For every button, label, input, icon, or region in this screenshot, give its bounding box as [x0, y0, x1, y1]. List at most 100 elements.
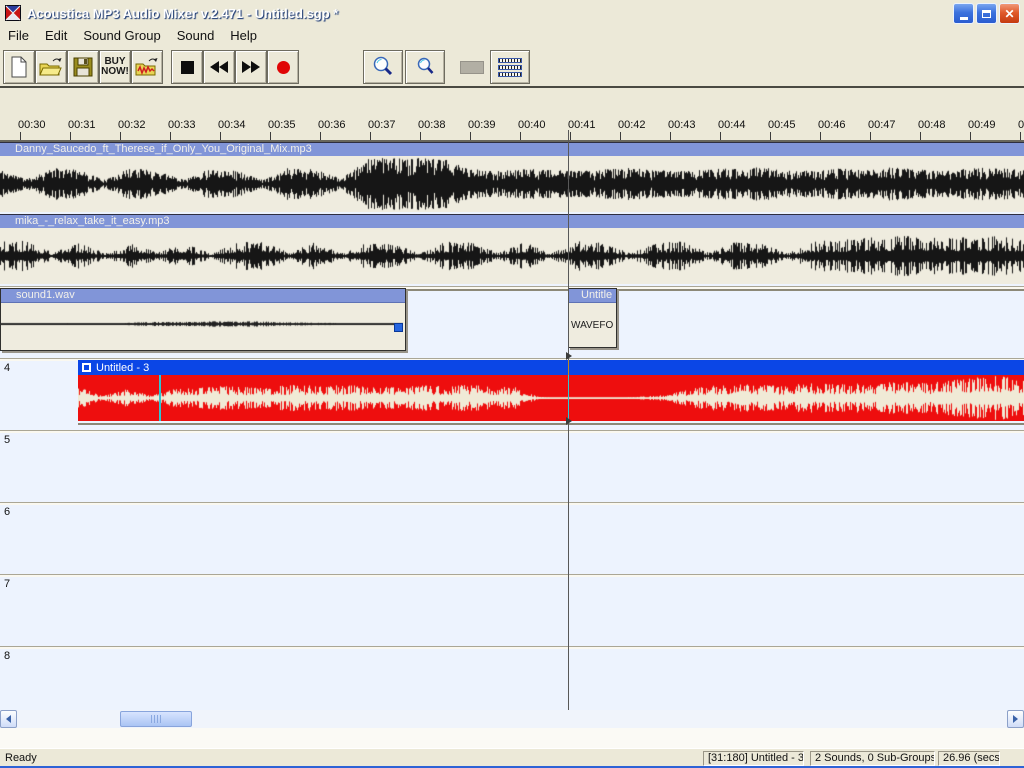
track-row-6: 6	[0, 502, 1024, 574]
save-floppy-icon	[72, 56, 94, 78]
clip-volume-handle[interactable]	[394, 323, 403, 332]
track-row-4: 4 Untitled - 3	[0, 358, 1024, 430]
new-document-icon	[8, 55, 30, 79]
row-number: 7	[4, 578, 10, 590]
ruler-tick	[870, 132, 871, 140]
ruler-tick	[1020, 132, 1021, 140]
clip-track2[interactable]: mika_-_relax_take_it_easy.mp3	[0, 214, 1024, 286]
zoom-in-icon	[371, 55, 395, 79]
rewind-button[interactable]	[203, 50, 235, 84]
scroll-left-button[interactable]	[0, 710, 17, 728]
ruler-label: 00:44	[718, 119, 746, 131]
app-icon	[5, 5, 21, 21]
mixer-rows-icon	[498, 58, 522, 77]
clip-square-icon	[82, 363, 91, 372]
clip-sound1[interactable]: sound1.wav	[0, 288, 406, 351]
track-area: Danny_Saucedo_ft_Therese_if_Only_You_Ori…	[0, 142, 1024, 710]
clip-untitled-small[interactable]: Untitle WAVEFO	[568, 288, 617, 348]
ruler-tick	[320, 132, 321, 140]
clip-sound1-title: sound1.wav	[1, 289, 405, 303]
ruler-label: 00:46	[818, 119, 846, 131]
timeline-ruler[interactable]: 00:3000:3100:3200:3300:3400:3500:3600:37…	[0, 88, 1024, 142]
record-button[interactable]	[267, 50, 299, 84]
buy-now-button[interactable]: BUY NOW!	[99, 50, 131, 84]
track-row-3: sound1.wav Untitle WAVEFO	[0, 286, 1024, 358]
horizontal-scrollbar[interactable]	[0, 710, 1024, 728]
ruler-label: 00:38	[418, 119, 446, 131]
ruler-label: 00:41	[568, 119, 596, 131]
menu-bar: FileEditSound GroupSoundHelp	[0, 26, 1024, 45]
ruler-label: 00:49	[968, 119, 996, 131]
minimize-button[interactable]	[953, 3, 974, 24]
status-ready-text: Ready	[5, 752, 37, 764]
playhead-bottom-marker	[566, 417, 572, 425]
playhead-line-clip-segment	[568, 375, 569, 421]
edit-cursor-marker	[159, 375, 161, 421]
ruler-tick	[370, 132, 371, 140]
ruler-label: 00:42	[618, 119, 646, 131]
new-button[interactable]	[3, 50, 35, 84]
menu-item-help[interactable]: Help	[222, 28, 265, 43]
window-title: Acoustica MP3 Audio Mixer v.2.471 - Unti…	[27, 6, 338, 21]
menu-item-edit[interactable]: Edit	[37, 28, 75, 43]
ruler-tick	[520, 132, 521, 140]
waveform-canvas-track1	[0, 156, 1024, 212]
menu-item-file[interactable]: File	[0, 28, 37, 43]
close-icon: ✕	[1004, 8, 1014, 20]
track-row-5: 5	[0, 430, 1024, 502]
mixer-view-button[interactable]	[490, 50, 530, 84]
disabled-tool-button	[456, 50, 488, 84]
ruler-tick	[220, 132, 221, 140]
ruler-label: 00:39	[468, 119, 496, 131]
ruler-label: 00:48	[918, 119, 946, 131]
ruler-label: 00:40	[518, 119, 546, 131]
ruler-tick	[70, 132, 71, 140]
ruler-label: 00:47	[868, 119, 896, 131]
ruler-tick	[270, 132, 271, 140]
status-duration-panel: 26.96 (secs)	[938, 751, 1000, 766]
row-separator	[0, 502, 1024, 505]
playhead-top-marker	[566, 352, 572, 360]
ruler-tick	[820, 132, 821, 140]
buy-now-label: BUY NOW!	[101, 57, 129, 77]
clip-track1[interactable]: Danny_Saucedo_ft_Therese_if_Only_You_Ori…	[0, 142, 1024, 214]
close-button[interactable]: ✕	[999, 3, 1020, 24]
ruler-label: 00:35	[268, 119, 296, 131]
zoom-in-button[interactable]	[363, 50, 403, 84]
row-separator	[0, 646, 1024, 649]
import-sound-button[interactable]	[131, 50, 163, 84]
ruler-tick	[920, 132, 921, 140]
ruler-tick	[720, 132, 721, 140]
clip-untitled-small-title: Untitle	[569, 289, 616, 303]
clip-track1-title: Danny_Saucedo_ft_Therese_if_Only_You_Ori…	[0, 142, 1024, 156]
open-button[interactable]	[35, 50, 67, 84]
zoom-out-button[interactable]	[405, 50, 445, 84]
ruler-tick	[420, 132, 421, 140]
restore-button[interactable]	[976, 3, 997, 24]
menu-item-sound[interactable]: Sound	[169, 28, 223, 43]
clip-track2-title: mika_-_relax_take_it_easy.mp3	[0, 214, 1024, 228]
clip-untitled-3[interactable]: Untitled - 3	[78, 360, 1024, 423]
ruler-tick	[470, 132, 471, 140]
ruler-tick	[670, 132, 671, 140]
ruler-tick	[620, 132, 621, 140]
ruler-label: 00:32	[118, 119, 146, 131]
open-folder-icon	[38, 55, 64, 79]
scrollbar-thumb[interactable]	[120, 711, 192, 727]
clip-untitled-3-titlebar: Untitled - 3	[78, 360, 1024, 375]
save-button[interactable]	[67, 50, 99, 84]
status-selection-panel: [31:180] Untitled - 3	[703, 751, 804, 766]
menu-item-sound-group[interactable]: Sound Group	[75, 28, 168, 43]
track-row-7: 7	[0, 574, 1024, 646]
scroll-right-button[interactable]	[1007, 710, 1024, 728]
row-number: 5	[4, 434, 10, 446]
stop-button[interactable]	[171, 50, 203, 84]
ruler-label: 00:33	[168, 119, 196, 131]
lower-gap-strip	[0, 728, 1024, 748]
chevron-right-icon	[1013, 715, 1018, 723]
stop-icon	[181, 61, 194, 74]
fast-forward-button[interactable]	[235, 50, 267, 84]
clip-untitled-3-body	[78, 375, 1024, 421]
track-row-8: 8	[0, 646, 1024, 710]
title-bar: Acoustica MP3 Audio Mixer v.2.471 - Unti…	[0, 0, 1024, 26]
